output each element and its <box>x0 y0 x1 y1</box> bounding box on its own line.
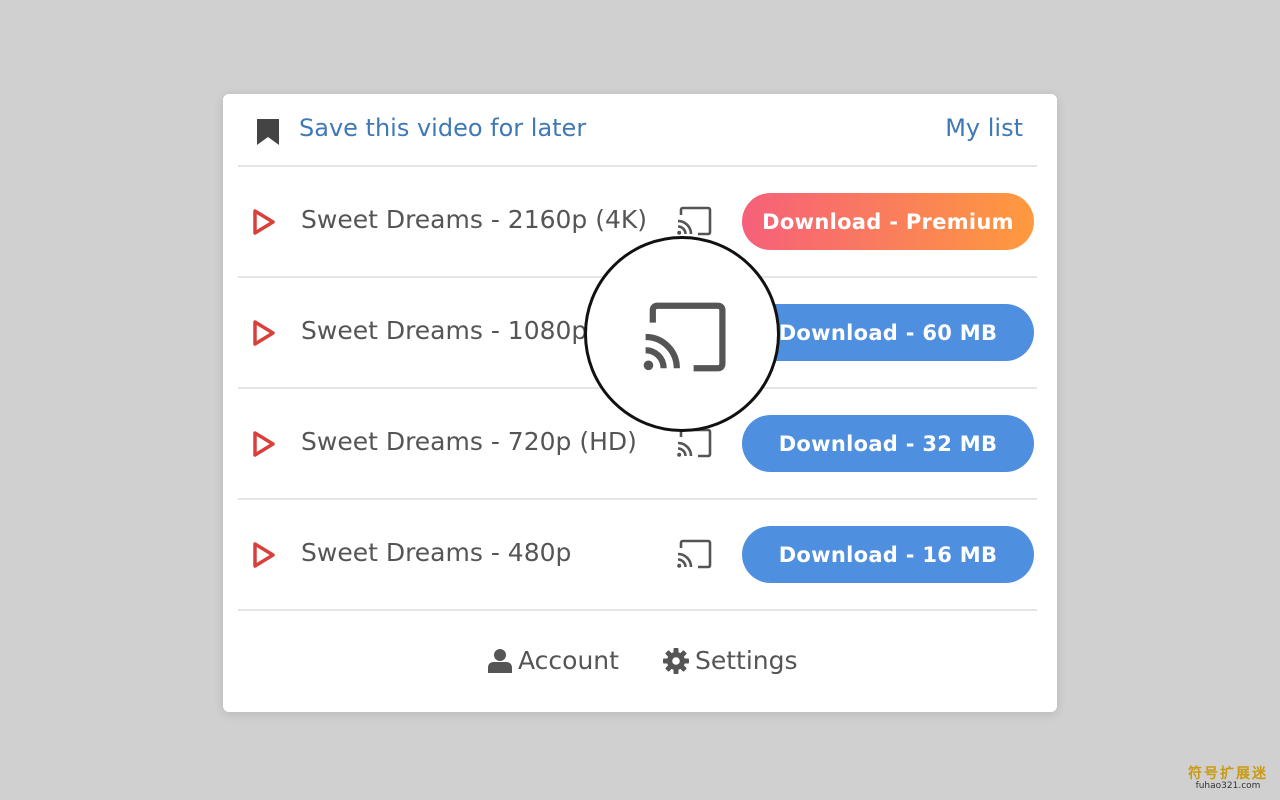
download-480p-button[interactable]: Download - 16 MB <box>742 526 1034 583</box>
account-link[interactable]: Account <box>488 646 619 675</box>
my-list-link[interactable]: My list <box>945 114 1023 142</box>
watermark-line2: fuhao321.com <box>1195 781 1261 792</box>
user-icon <box>488 649 512 673</box>
account-label: Account <box>518 646 619 675</box>
download-premium-button[interactable]: Download - Premium <box>742 193 1034 250</box>
download-1080p-button[interactable]: Download - 60 MB <box>742 304 1034 361</box>
play-icon[interactable] <box>252 209 276 235</box>
save-header: Save this video for later My list <box>238 94 1037 167</box>
cast-icon[interactable] <box>676 206 712 236</box>
download-720p-button[interactable]: Download - 32 MB <box>742 415 1034 472</box>
video-title: Sweet Dreams - 480p <box>301 538 572 567</box>
list-item: Sweet Dreams - 480p Download - 16 MB <box>238 500 1037 611</box>
bookmark-icon[interactable] <box>257 119 279 145</box>
settings-link[interactable]: Settings <box>663 646 798 675</box>
cast-icon-magnifier <box>584 236 780 432</box>
play-icon[interactable] <box>252 320 276 346</box>
cast-icon[interactable] <box>676 539 712 569</box>
play-icon[interactable] <box>252 431 276 457</box>
video-title: Sweet Dreams - 2160p (4K) <box>301 205 648 234</box>
settings-label: Settings <box>695 646 798 675</box>
cast-icon <box>643 302 726 372</box>
gear-icon <box>663 647 689 674</box>
video-title: Sweet Dreams - 720p (HD) <box>301 427 637 456</box>
watermark: 符号扩展迷 fuhao321.com <box>1188 765 1268 792</box>
save-for-later-link[interactable]: Save this video for later <box>299 114 586 142</box>
watermark-line1: 符号扩展迷 <box>1188 765 1268 782</box>
footer-nav: Account Settings <box>223 624 1057 698</box>
video-title: Sweet Dreams - 1080p <box>301 316 588 345</box>
cast-icon[interactable] <box>676 428 712 458</box>
play-icon[interactable] <box>252 542 276 568</box>
